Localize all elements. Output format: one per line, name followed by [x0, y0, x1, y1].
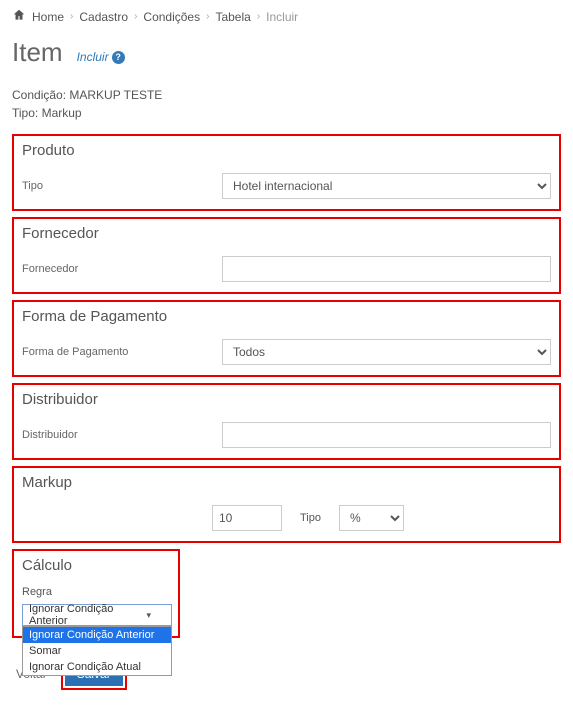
- breadcrumb-tabela[interactable]: Tabela: [215, 10, 250, 24]
- distribuidor-label: Distribuidor: [22, 429, 212, 441]
- regra-select-value: Ignorar Condição Anterior: [29, 603, 146, 627]
- chevron-right-icon: ›: [257, 11, 260, 22]
- info-condicao-label: Condição:: [12, 88, 66, 102]
- subtitle-text: Incluir: [77, 50, 109, 64]
- info-condicao: Condição: MARKUP TESTE: [12, 86, 561, 104]
- chevron-right-icon: ›: [206, 11, 209, 22]
- panel-pagamento-title: Forma de Pagamento: [22, 308, 551, 325]
- regra-label: Regra: [22, 586, 170, 598]
- panel-fornecedor: Fornecedor Fornecedor: [12, 217, 561, 294]
- pagamento-label: Forma de Pagamento: [22, 346, 212, 358]
- info-tipo: Tipo: Markup: [12, 104, 561, 122]
- breadcrumb-cadastro[interactable]: Cadastro: [79, 10, 128, 24]
- produto-tipo-select[interactable]: Hotel internacional: [222, 173, 551, 199]
- info-block: Condição: MARKUP TESTE Tipo: Markup: [12, 86, 561, 122]
- fornecedor-input[interactable]: [222, 256, 551, 282]
- page-header: Item Incluir ?: [12, 37, 561, 68]
- breadcrumb-home[interactable]: Home: [32, 10, 64, 24]
- help-icon[interactable]: ?: [112, 51, 125, 64]
- panel-distribuidor: Distribuidor Distribuidor: [12, 383, 561, 460]
- produto-tipo-label: Tipo: [22, 180, 212, 192]
- panel-pagamento: Forma de Pagamento Forma de Pagamento To…: [12, 300, 561, 377]
- markup-tipo-label: Tipo: [300, 512, 321, 524]
- panel-fornecedor-title: Fornecedor: [22, 225, 551, 242]
- panel-produto-title: Produto: [22, 142, 551, 159]
- regra-option-2[interactable]: Ignorar Condição Atual: [23, 659, 171, 675]
- chevron-down-icon: ▾: [146, 610, 151, 621]
- chevron-right-icon: ›: [134, 11, 137, 22]
- info-tipo-label: Tipo:: [12, 106, 38, 120]
- regra-option-0[interactable]: Ignorar Condição Anterior: [23, 627, 171, 643]
- page-title: Item: [12, 37, 63, 68]
- home-icon[interactable]: [12, 8, 26, 25]
- panel-markup: Markup Tipo %: [12, 466, 561, 543]
- breadcrumb-condicoes[interactable]: Condições: [143, 10, 200, 24]
- distribuidor-input[interactable]: [222, 422, 551, 448]
- panel-produto: Produto Tipo Hotel internacional: [12, 134, 561, 211]
- info-tipo-value: Markup: [42, 106, 82, 120]
- breadcrumb: Home › Cadastro › Condições › Tabela › I…: [12, 8, 561, 25]
- markup-tipo-select[interactable]: %: [339, 505, 404, 531]
- regra-select[interactable]: Ignorar Condição Anterior ▾: [22, 604, 172, 626]
- chevron-right-icon: ›: [70, 11, 73, 22]
- panel-markup-title: Markup: [22, 474, 551, 491]
- markup-value-input[interactable]: [212, 505, 282, 531]
- regra-option-1[interactable]: Somar: [23, 643, 171, 659]
- panel-calculo: Cálculo Regra Ignorar Condição Anterior …: [12, 549, 180, 638]
- regra-dropdown: Ignorar Condição Anterior Somar Ignorar …: [22, 626, 172, 676]
- panel-calculo-title: Cálculo: [22, 557, 170, 574]
- panel-distribuidor-title: Distribuidor: [22, 391, 551, 408]
- breadcrumb-incluir: Incluir: [266, 10, 298, 24]
- fornecedor-label: Fornecedor: [22, 263, 212, 275]
- pagamento-select[interactable]: Todos: [222, 339, 551, 365]
- page-subtitle: Incluir ?: [77, 50, 125, 64]
- info-condicao-value: MARKUP TESTE: [69, 88, 162, 102]
